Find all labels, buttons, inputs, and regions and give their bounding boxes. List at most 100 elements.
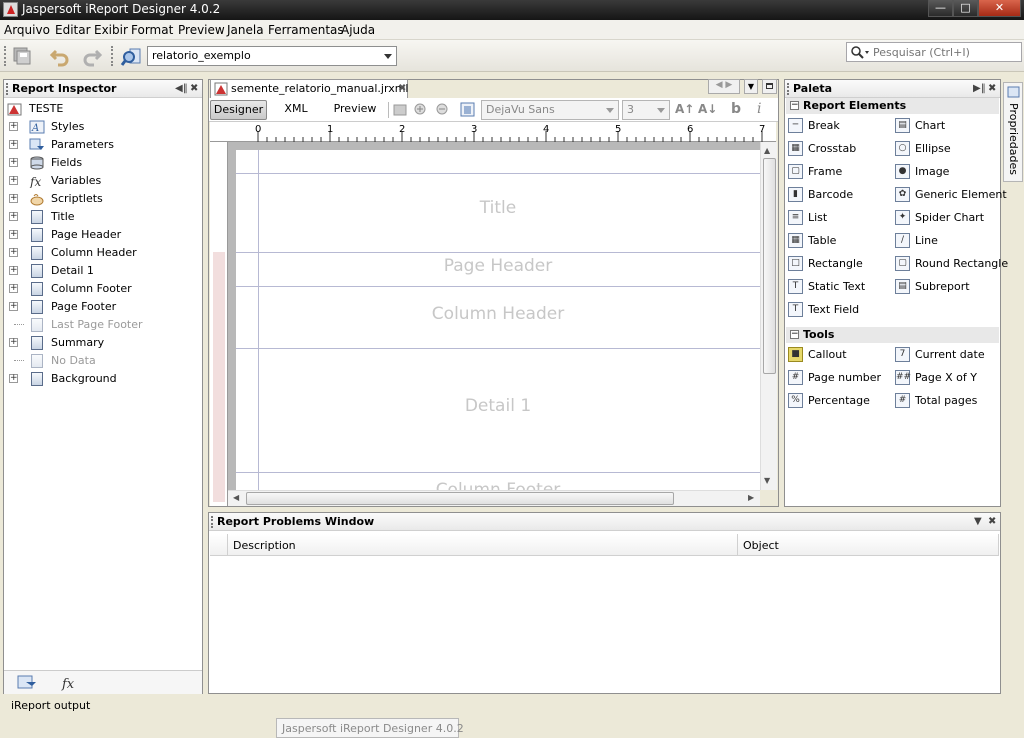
menu-ferramentas[interactable]: Ferramentas: [268, 23, 344, 37]
tab-preview[interactable]: Preview: [330, 100, 380, 120]
tree-item[interactable]: + Column Footer: [4, 280, 200, 298]
scroll-up-icon[interactable]: ▲: [764, 146, 770, 155]
scroll-right-icon[interactable]: ▶: [748, 493, 754, 502]
problems-column-description[interactable]: Description: [228, 534, 738, 556]
tree-item[interactable]: + Summary: [4, 334, 200, 352]
tree-item[interactable]: + Scriptlets: [4, 190, 200, 208]
tree-item[interactable]: + Title: [4, 208, 200, 226]
menu-janela[interactable]: Janela: [227, 23, 264, 37]
report-page[interactable]: Title Page Header Column Header Detail 1…: [236, 150, 760, 490]
menu-format[interactable]: Format: [131, 23, 173, 37]
tree-item-label: Scriptlets: [51, 192, 103, 205]
report-canvas[interactable]: Title Page Header Column Header Detail 1…: [228, 142, 760, 506]
decrease-font-icon[interactable]: A↓: [698, 102, 717, 116]
search-input[interactable]: [873, 44, 1018, 60]
band-separator[interactable]: [236, 286, 760, 287]
bold-icon[interactable]: b: [731, 101, 741, 117]
scroll-down-icon[interactable]: ▼: [764, 476, 770, 485]
tree-root[interactable]: TESTE: [4, 100, 200, 118]
tree-item[interactable]: + A Styles: [4, 118, 200, 136]
image-icon: ●: [895, 164, 910, 179]
expand-icon[interactable]: +: [9, 158, 18, 167]
minimize-button[interactable]: —: [928, 0, 953, 17]
expand-icon[interactable]: +: [9, 176, 18, 185]
palette-section[interactable]: − Tools: [786, 327, 999, 343]
menu-exibir[interactable]: Exibir: [94, 23, 128, 37]
expand-icon[interactable]: +: [9, 248, 18, 257]
properties-side-tab[interactable]: Propriedades: [1003, 82, 1023, 182]
undo-button[interactable]: [49, 45, 71, 67]
tree-item[interactable]: + Page Header: [4, 226, 200, 244]
expand-icon[interactable]: +: [9, 230, 18, 239]
scroll-left-icon[interactable]: ◀: [233, 493, 239, 502]
tree-item[interactable]: Last Page Footer: [4, 316, 200, 334]
style-editor-icon[interactable]: [459, 101, 477, 119]
search-box[interactable]: [846, 42, 1022, 62]
font-name-select[interactable]: DejaVu Sans: [481, 100, 619, 120]
minimize-panel-button[interactable]: ◀‖: [175, 83, 188, 94]
tree-item[interactable]: + Detail 1: [4, 262, 200, 280]
menu-editar[interactable]: Editar: [55, 23, 91, 37]
expand-icon[interactable]: +: [9, 194, 18, 203]
tree-item[interactable]: + Fields: [4, 154, 200, 172]
expand-icon[interactable]: +: [9, 212, 18, 221]
zoom-in-icon[interactable]: [413, 102, 429, 118]
save-all-button[interactable]: [11, 45, 33, 67]
tree-item[interactable]: + Background: [4, 370, 200, 388]
expand-icon[interactable]: +: [9, 122, 18, 131]
maximize-button[interactable]: □: [953, 0, 978, 17]
tab-xml[interactable]: XML: [276, 100, 316, 120]
tree-item[interactable]: + fx Variables: [4, 172, 200, 190]
report-root-icon: [7, 103, 22, 116]
horizontal-scroll-thumb[interactable]: [246, 492, 674, 505]
expand-icon[interactable]: +: [9, 266, 18, 275]
zoom-fit-icon[interactable]: [392, 102, 408, 118]
close-button[interactable]: ✕: [978, 0, 1021, 17]
menu-preview[interactable]: Preview: [178, 23, 225, 37]
collapse-icon[interactable]: −: [790, 101, 799, 110]
expand-icon[interactable]: +: [9, 338, 18, 347]
variables-filter-icon[interactable]: fx: [60, 674, 82, 692]
font-size-select[interactable]: 3: [622, 100, 670, 120]
parameters-filter-icon[interactable]: [16, 674, 40, 692]
vertical-scrollbar[interactable]: ▲ ▼: [760, 142, 777, 490]
expand-icon[interactable]: +: [9, 374, 18, 383]
band-separator[interactable]: [236, 252, 760, 253]
zoom-out-icon[interactable]: [435, 102, 451, 118]
report-query-button[interactable]: [120, 45, 142, 67]
menu-arquivo[interactable]: Arquivo: [4, 23, 50, 37]
band-separator[interactable]: [236, 173, 760, 174]
close-panel-button[interactable]: ✖: [190, 83, 198, 94]
minimize-panel-button[interactable]: ▼: [974, 516, 982, 527]
increase-font-icon[interactable]: A↑: [675, 102, 694, 116]
maximize-editor-button[interactable]: [762, 79, 777, 94]
close-panel-button[interactable]: ✖: [988, 516, 996, 527]
expand-icon[interactable]: +: [9, 302, 18, 311]
palette-section[interactable]: − Report Elements: [786, 98, 999, 114]
expand-icon[interactable]: +: [9, 140, 18, 149]
document-tab[interactable]: semente_relatorio_manual.jrxml ✖: [210, 79, 409, 98]
redo-button[interactable]: [81, 45, 103, 67]
close-panel-button[interactable]: ✖: [988, 83, 996, 94]
minimize-panel-button[interactable]: ▶‖: [973, 83, 986, 94]
report-select[interactable]: relatorio_exemplo: [147, 46, 397, 66]
italic-icon[interactable]: i: [757, 101, 761, 117]
collapse-icon[interactable]: −: [790, 330, 799, 339]
tab-list-button[interactable]: ▼: [744, 79, 758, 94]
horizontal-scrollbar[interactable]: ◀ ▶: [228, 490, 760, 506]
band-separator[interactable]: [236, 472, 760, 473]
problems-column-icon[interactable]: [210, 534, 228, 556]
problems-column-object[interactable]: Object: [738, 534, 999, 556]
band-separator[interactable]: [236, 348, 760, 349]
tree-item[interactable]: + Page Footer: [4, 298, 200, 316]
vertical-scroll-thumb[interactable]: [763, 158, 776, 374]
menu-ajuda[interactable]: Ajuda: [341, 23, 375, 37]
output-status-label[interactable]: iReport output: [11, 699, 90, 712]
tree-item[interactable]: + Parameters: [4, 136, 200, 154]
tab-designer[interactable]: Designer: [210, 100, 267, 120]
close-tab-button[interactable]: ✖: [398, 83, 406, 94]
expand-icon[interactable]: +: [9, 284, 18, 293]
tree-item[interactable]: + Column Header: [4, 244, 200, 262]
tab-scroll-buttons[interactable]: ◀ ▶: [708, 79, 740, 94]
tree-item[interactable]: No Data: [4, 352, 200, 370]
